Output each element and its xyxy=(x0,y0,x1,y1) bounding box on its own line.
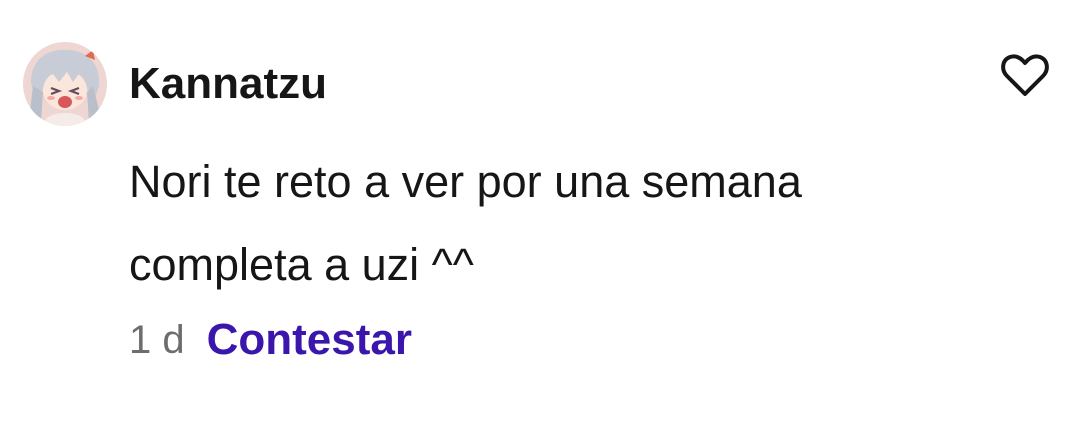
reply-button[interactable]: Contestar xyxy=(207,315,412,365)
comment-text: Nori te reto a ver por una semana comple… xyxy=(129,156,802,290)
comment-card: Kannatzu Nori te reto a ver por una sema… xyxy=(0,0,1080,436)
anime-avatar-icon xyxy=(23,42,107,126)
comment-age: 1 d xyxy=(129,317,185,362)
comment-author[interactable]: Kannatzu xyxy=(129,56,327,112)
like-button[interactable] xyxy=(1000,52,1050,98)
comment-meta: 1 d Contestar xyxy=(129,310,412,370)
heart-outline-icon xyxy=(1001,54,1049,96)
avatar[interactable] xyxy=(23,42,107,126)
